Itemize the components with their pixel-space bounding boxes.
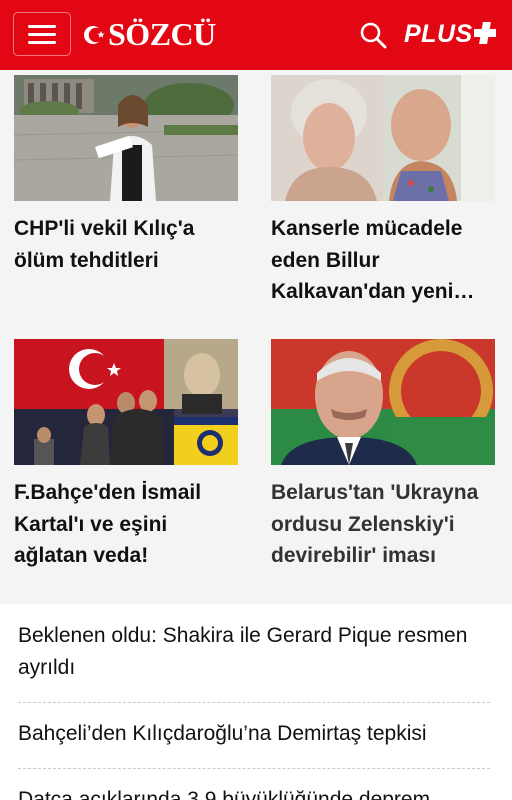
top-navigation-bar: SÖZCÜ PLUS (0, 0, 512, 70)
news-card-title[interactable]: F.Bahçe'den İsmail Kartal'ı ve eşini ağl… (14, 477, 238, 572)
news-card-title[interactable]: CHP'li vekil Kılıç'a ölüm tehditleri (14, 213, 238, 276)
news-card-image[interactable] (271, 75, 495, 201)
news-card-image[interactable] (14, 339, 238, 465)
news-card-title[interactable]: Belarus'tan 'Ukrayna ordusu Zelenskiy'i … (271, 477, 495, 572)
list-item[interactable]: Datça açıklarında 3.9 büyüklüğünde depre… (18, 784, 490, 800)
news-card-image[interactable] (14, 75, 238, 201)
site-logo[interactable]: SÖZCÜ (82, 17, 222, 51)
plus-subscription-link[interactable]: PLUS (404, 20, 473, 48)
news-card[interactable]: Kanserle mücadele eden Billur Kalkavan'd… (271, 75, 495, 308)
crescent-star-icon (84, 26, 105, 44)
brand-name: SÖZCÜ (108, 16, 216, 52)
plus-icon[interactable] (474, 22, 496, 44)
search-icon[interactable] (359, 21, 387, 49)
news-card[interactable]: CHP'li vekil Kılıç'a ölüm tehditleri (14, 75, 238, 276)
menu-button[interactable] (13, 12, 71, 56)
news-card[interactable]: Belarus'tan 'Ukrayna ordusu Zelenskiy'i … (271, 339, 495, 572)
list-item[interactable]: Bahçeli’den Kılıçdaroğlu’na Demirtaş tep… (18, 718, 490, 750)
news-card[interactable]: F.Bahçe'den İsmail Kartal'ı ve eşini ağl… (14, 339, 238, 572)
news-card-title[interactable]: Kanserle mücadele eden Billur Kalkavan'd… (271, 213, 495, 308)
headline-list: Beklenen oldu: Shakira ile Gerard Pique … (0, 604, 512, 800)
list-item[interactable]: Beklenen oldu: Shakira ile Gerard Pique … (18, 620, 490, 683)
list-divider (18, 702, 490, 703)
hamburger-icon-middle-bar (28, 33, 56, 36)
hamburger-icon-bottom-bar (28, 41, 56, 44)
hamburger-icon (28, 25, 56, 28)
list-divider (18, 768, 490, 769)
news-card-image[interactable] (271, 339, 495, 465)
